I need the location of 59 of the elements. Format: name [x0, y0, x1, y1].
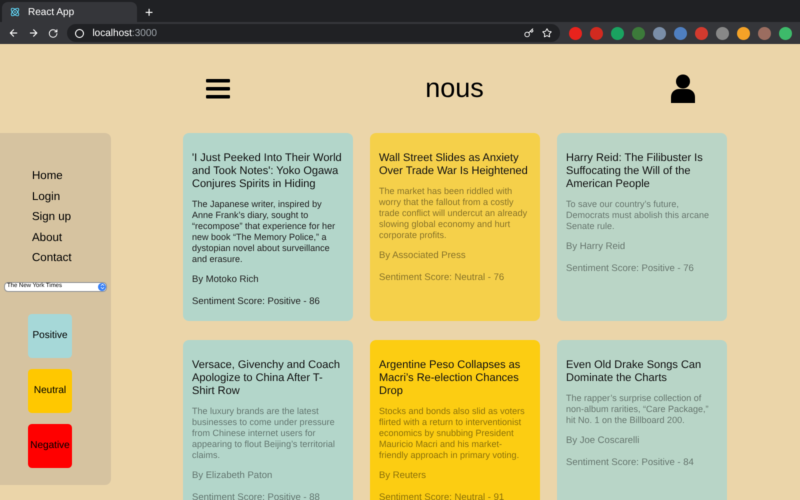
article-title: Wall Street Slides as Anxiety Over Trade War Is Heightened [379, 152, 529, 178]
article-summary: The Japanese writer, inspired by Anne Frank’s diary, sought to “recompose” that experience for her new book “The Memory Police,” a dystopian novel about surveillance and erasure. [192, 199, 336, 265]
extension-icon[interactable] [695, 26, 708, 40]
atom-icon [10, 7, 20, 17]
article-summary: The rapper’s surprise collection of non-album rarities, “Care Package,” hit No. 1 on the Billboard 200. [566, 393, 710, 426]
article-byline: By Associated Press [379, 249, 467, 263]
sentiment-filter-button[interactable]: Neutral [28, 368, 72, 412]
forward-icon[interactable] [28, 27, 40, 39]
extension-icon[interactable] [674, 26, 687, 40]
browser-tab[interactable]: React App [2, 2, 137, 22]
sentiment-score: Sentiment Score: Positive - 88 [192, 491, 321, 500]
article-card[interactable] [370, 340, 540, 500]
new-tab-button[interactable]: + [145, 5, 154, 19]
nav-link[interactable]: Home [32, 169, 111, 184]
user-icon[interactable] [671, 74, 695, 103]
article-summary: The luxury brands are the latest businesses to come under pressure from Chinese internet users for appearing to flout Beijing’s territorial claims. [192, 406, 336, 461]
article-title: Harry Reid: The Filibuster Is Suffocating the Will of the American People [566, 152, 704, 191]
sentiment-score: Sentiment Score: Neutral - 91 [379, 491, 506, 500]
article-summary: To save our country’s future, Democrats must abolish this arcane Senate rule. [566, 199, 710, 232]
article-title: Even Old Drake Songs Can Dominate the Charts [566, 359, 702, 385]
sentiment-filter-button[interactable]: Positive [28, 314, 72, 358]
key-icon [524, 28, 534, 38]
sentiment-score: Sentiment Score: Positive - 76 [566, 262, 695, 276]
star-icon[interactable] [542, 28, 552, 38]
article-summary: The market has been riddled with worry that the fallout from a costly trade conflict will undercut an already slowing global economy and hurt corporate profits. [379, 186, 528, 241]
nav-link[interactable]: Contact [32, 251, 111, 266]
sentiment-score: Sentiment Score: Positive - 84 [566, 456, 695, 470]
extension-icon[interactable] [779, 26, 792, 40]
nav-link[interactable]: About [32, 230, 111, 245]
nav-link[interactable]: Sign up [32, 210, 111, 224]
article-title: Versace, Givenchy and Coach Apologize to China After T-Shirt Row [192, 359, 341, 398]
reload-icon[interactable] [48, 28, 58, 38]
article-title: 'I Just Peeked Into Their World and Took Notes': Yoko Ogawa Conjures Spirits in Hiding [192, 152, 343, 191]
article-byline: By Elizabeth Paton [192, 469, 274, 483]
extension-icon[interactable] [569, 26, 582, 40]
logo: nous [425, 75, 484, 102]
menu-icon[interactable] [206, 78, 230, 98]
url-text: localhost:3000 [92, 26, 157, 40]
back-icon[interactable] [8, 27, 20, 39]
article-card[interactable]: Harry Reid: The Filibuster Is Suffocating the Will of the American People To save our country’s future, Democrats must abolish this arcane Senate rule. By Harry Reid Sentiment Score: Positive - 76 [557, 133, 727, 321]
article-byline: By Motoko Rich [192, 273, 260, 287]
nav-link[interactable]: Login [32, 190, 111, 204]
sentiment-filter-button[interactable]: Negative [28, 424, 72, 468]
extension-icon[interactable] [716, 26, 729, 40]
extension-icon[interactable] [611, 26, 624, 40]
extension-icon[interactable] [653, 26, 666, 40]
article-title: Argentine Peso Collapses as Macri’s Re-election Chances Drop [379, 359, 522, 398]
article-summary: Stocks and bonds also slid as voters flirted with a return to interventionist economics by snubbing President Mauricio Macri and his market-friendly approach in primary voting. [379, 406, 526, 461]
article-byline: By Reuters [379, 469, 427, 483]
article-card[interactable]: Even Old Drake Songs Can Dominate the Charts The rapper’s surprise collection of non-album rarities, “Care Package,” hit No. 1 on the Billboard 200. By Joe Coscarelli Sentiment Score: Positive - 84 [557, 340, 727, 500]
sentiment-score: Sentiment Score: Neutral - 76 [379, 271, 506, 286]
sentiment-score: Sentiment Score: Positive - 86 [192, 295, 321, 310]
article-card[interactable] [183, 340, 353, 500]
extension-icon[interactable] [737, 26, 750, 40]
article-byline: By Harry Reid [566, 240, 626, 254]
article-byline: By Joe Coscarelli [566, 434, 640, 448]
avatar-icon[interactable] [758, 26, 771, 40]
address-bar[interactable]: localhost:3000 [67, 24, 560, 42]
article-card[interactable] [183, 133, 353, 321]
